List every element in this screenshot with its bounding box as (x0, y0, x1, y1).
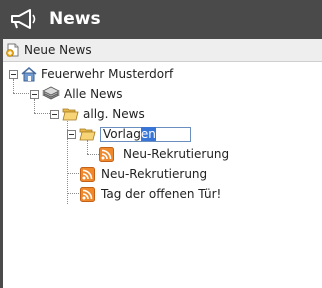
rename-input-text: Vorlag (103, 126, 141, 141)
rss-feed-icon (99, 146, 114, 162)
collapse-toggle[interactable] (30, 89, 39, 99)
news-tree: Feuerwehr Musterdorf Alle News allg. New… (3, 62, 322, 288)
tree-node-label: Neu-Rekrutierung (123, 147, 230, 161)
tree-node-category[interactable]: allg. News (50, 105, 145, 123)
page-title: News (49, 9, 101, 29)
tree-connector (67, 193, 79, 194)
folder-open-icon (62, 108, 79, 121)
new-news-label: Neue News (24, 43, 92, 57)
collapse-toggle[interactable] (50, 109, 59, 119)
collapse-toggle[interactable] (9, 69, 18, 79)
rename-input[interactable]: Vorlagen (100, 126, 191, 142)
new-news-button[interactable]: Neue News (6, 41, 92, 59)
stack-icon (42, 86, 60, 100)
folder-open-icon (79, 128, 96, 141)
tree-node-label: Feuerwehr Musterdorf (41, 67, 174, 81)
rss-feed-icon (80, 186, 95, 202)
tree-node-label: Alle News (64, 87, 123, 101)
tree-node-label: Neu-Rekrutierung (101, 167, 208, 181)
tree-node-news-item[interactable]: Neu-Rekrutierung (80, 165, 207, 183)
collapse-toggle[interactable] (67, 129, 76, 139)
tree-node-label: Tag der offenen Tür! (101, 187, 222, 201)
new-document-icon (6, 43, 19, 57)
tree-connector (67, 173, 79, 174)
tree-node-news-item[interactable]: Neu-Rekrutierung (99, 145, 229, 163)
tree-node-news-item[interactable]: Tag der offenen Tür! (80, 185, 221, 203)
home-icon (21, 67, 37, 82)
tree-node-label: allg. News (83, 107, 145, 121)
news-panel: Neue News Feuerwehr Musterdorf Alle News… (3, 39, 322, 288)
app-header: News (0, 0, 322, 39)
tree-connector (87, 154, 99, 155)
toolbar: Neue News (3, 39, 322, 62)
rss-feed-icon (80, 166, 95, 182)
megaphone-icon (11, 9, 36, 29)
tree-node-root[interactable]: Feuerwehr Musterdorf (9, 65, 173, 83)
tree-node-vorlagen[interactable]: Vorlagen (67, 125, 191, 143)
tree-node-all-news[interactable]: Alle News (30, 85, 123, 103)
rename-input-selection: en (140, 126, 156, 141)
